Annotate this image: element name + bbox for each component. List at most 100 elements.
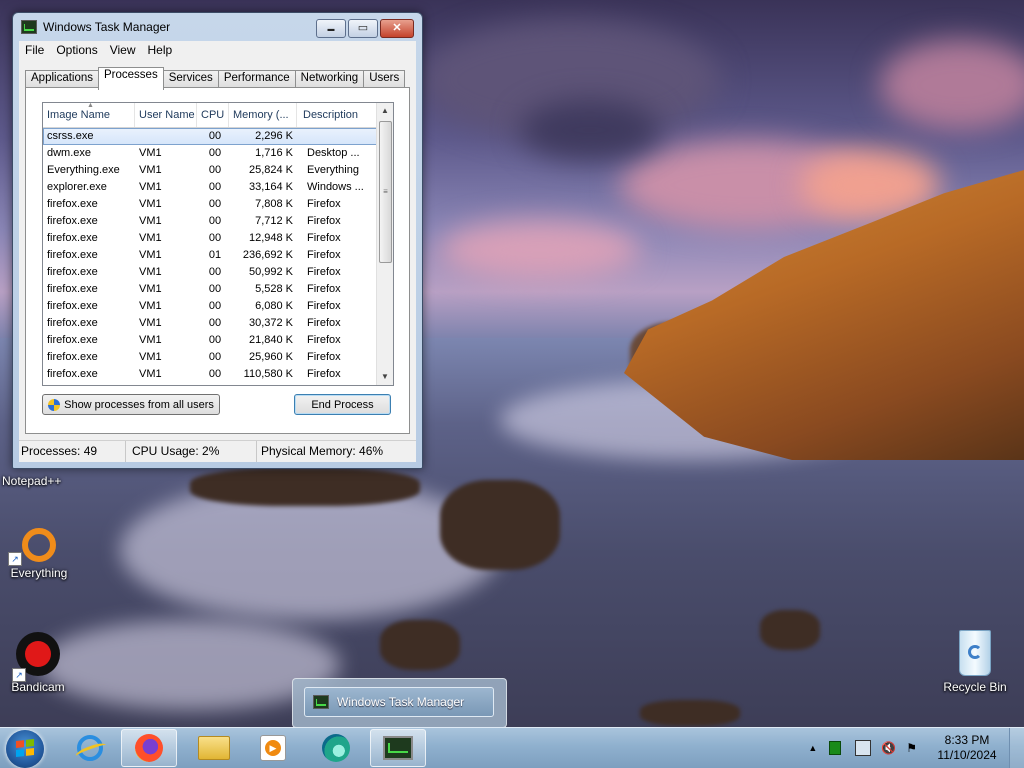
menu-bar: File Options View Help [19, 41, 416, 61]
status-cpu-usage: CPU Usage: 2% [126, 441, 257, 462]
desktop-icon-everything[interactable]: ↗ Everything [1, 528, 77, 580]
cell-description: Firefox [307, 198, 341, 210]
cell-cpu: 00 [208, 317, 222, 329]
firefox-icon [135, 734, 163, 762]
green-status-icon[interactable] [829, 741, 842, 755]
bandicam-icon: ↗ [12, 632, 60, 682]
taskbar-edge-like-browser[interactable] [308, 729, 364, 767]
cell-image-name: dwm.exe [47, 147, 92, 159]
cell-description: Firefox [307, 300, 341, 312]
table-row[interactable]: firefox.exe VM1 00 25,960 K Firefox [43, 349, 377, 366]
status-physical-memory: Physical Memory: 46% [261, 444, 384, 458]
desktop-icon-bandicam[interactable]: ↗ Bandicam [0, 632, 76, 694]
clock[interactable]: 8:33 PM 11/10/2024 [925, 733, 1009, 763]
window-titlebar[interactable]: Windows Task Manager [21, 20, 170, 34]
cell-description: Firefox [307, 232, 341, 244]
cell-memory: 33,164 K [248, 181, 293, 193]
table-row[interactable]: explorer.exe VM1 00 33,164 K Windows ... [43, 179, 377, 196]
table-row[interactable]: firefox.exe VM1 00 50,992 K Firefox [43, 264, 377, 281]
column-header-image-name[interactable]: ▲ Image Name [43, 103, 135, 127]
cell-user-name: VM1 [139, 368, 162, 380]
menu-options[interactable]: Options [50, 41, 103, 61]
desktop-icon-label: Everything [10, 566, 68, 580]
desktop-icon-label: Bandicam [11, 680, 65, 694]
windows-logo-icon [16, 739, 34, 757]
end-process-button[interactable]: End Process [294, 394, 391, 415]
process-list[interactable]: ▲ Image Name User Name CPU Memory (... D… [42, 102, 394, 386]
column-header-description[interactable]: Description [297, 103, 377, 127]
maximize-button[interactable]: ▭ [348, 19, 378, 38]
taskbar-thumbnail-preview[interactable]: Windows Task Manager [292, 678, 507, 728]
table-row[interactable]: firefox.exe VM1 00 30,372 K Firefox [43, 315, 377, 332]
cell-description: Everything [307, 164, 359, 176]
menu-file[interactable]: File [19, 41, 50, 61]
cell-image-name: firefox.exe [47, 198, 98, 210]
show-all-processes-button[interactable]: Show processes from all users [42, 394, 220, 415]
cell-user-name: VM1 [139, 215, 162, 227]
cell-user-name: VM1 [139, 147, 162, 159]
table-row[interactable]: Everything.exe VM1 00 25,824 K Everything [43, 162, 377, 179]
cell-description: Desktop ... [307, 147, 360, 159]
process-list-scrollbar[interactable]: ▲ ≡ ▼ [376, 103, 393, 385]
cell-memory: 2,296 K [255, 130, 293, 142]
network-icon[interactable] [855, 740, 872, 756]
table-row[interactable]: firefox.exe VM1 00 12,948 K Firefox [43, 230, 377, 247]
volume-muted-icon[interactable]: 🔇 [881, 741, 896, 755]
table-row[interactable]: firefox.exe VM1 00 5,528 K Firefox [43, 281, 377, 298]
cell-image-name: firefox.exe [47, 249, 98, 261]
cell-user-name: VM1 [139, 198, 162, 210]
cell-memory: 1,716 K [255, 147, 293, 159]
taskbar-task-manager[interactable] [370, 729, 426, 767]
cell-description: Firefox [307, 249, 341, 261]
action-center-flag-icon[interactable]: ⚑ [906, 741, 917, 755]
cell-cpu: 01 [208, 249, 222, 261]
show-desktop-button[interactable] [1009, 728, 1024, 768]
cell-image-name: explorer.exe [47, 181, 107, 193]
taskbar-internet-explorer[interactable] [62, 729, 118, 767]
table-row[interactable]: firefox.exe VM1 00 110,580 K Firefox [43, 366, 377, 383]
desktop-icon-notepadpp[interactable]: Notepad++ [2, 474, 78, 488]
cell-description: Firefox [307, 283, 341, 295]
close-button[interactable]: ✕ [380, 19, 414, 38]
taskbar-file-explorer[interactable] [186, 729, 242, 767]
cell-image-name: firefox.exe [47, 283, 98, 295]
process-list-header: ▲ Image Name User Name CPU Memory (... D… [43, 103, 377, 128]
edge-like-icon [322, 734, 350, 762]
thumbnail-window-item[interactable]: Windows Task Manager [304, 687, 494, 717]
scroll-up-icon[interactable]: ▲ [377, 103, 393, 119]
cell-memory: 25,824 K [248, 164, 293, 176]
cell-memory: 21,840 K [248, 334, 293, 346]
scroll-down-icon[interactable]: ▼ [377, 369, 393, 385]
cell-cpu: 00 [208, 198, 222, 210]
show-hidden-icons-icon[interactable]: ▲ [808, 743, 817, 753]
taskbar-media-player[interactable]: ▶ [245, 729, 301, 767]
cell-cpu: 00 [208, 215, 222, 227]
desktop-icon-label: Notepad++ [2, 474, 62, 488]
start-button[interactable] [6, 730, 44, 768]
cell-description: Firefox [307, 266, 341, 278]
tab-processes[interactable]: Processes [98, 67, 164, 90]
minimize-button[interactable]: ▬ [316, 19, 346, 38]
cell-cpu: 00 [208, 351, 222, 363]
cell-image-name: firefox.exe [47, 300, 98, 312]
menu-view[interactable]: View [104, 41, 142, 61]
column-header-cpu[interactable]: CPU [197, 103, 229, 127]
column-header-user-name[interactable]: User Name [135, 103, 197, 127]
cell-image-name: Everything.exe [47, 164, 120, 176]
menu-help[interactable]: Help [142, 41, 179, 61]
table-row[interactable]: firefox.exe VM1 00 21,840 K Firefox [43, 332, 377, 349]
table-row[interactable]: firefox.exe VM1 01 236,692 K Firefox [43, 247, 377, 264]
column-header-memory[interactable]: Memory (... [229, 103, 297, 127]
taskbar-firefox[interactable] [121, 729, 177, 767]
table-row[interactable]: firefox.exe VM1 00 6,080 K Firefox [43, 298, 377, 315]
cell-image-name: firefox.exe [47, 368, 98, 380]
table-row[interactable]: csrss.exe 00 2,296 K [43, 128, 377, 145]
table-row[interactable]: firefox.exe VM1 00 7,808 K Firefox [43, 196, 377, 213]
table-row[interactable]: firefox.exe VM1 00 7,712 K Firefox [43, 213, 377, 230]
scrollbar-thumb[interactable]: ≡ [379, 121, 392, 263]
desktop-icon-recycle-bin[interactable]: Recycle Bin [937, 630, 1013, 694]
table-row[interactable]: dwm.exe VM1 00 1,716 K Desktop ... [43, 145, 377, 162]
cell-cpu: 00 [208, 334, 222, 346]
clock-time: 8:33 PM [944, 733, 990, 747]
cell-description: Windows ... [307, 181, 364, 193]
